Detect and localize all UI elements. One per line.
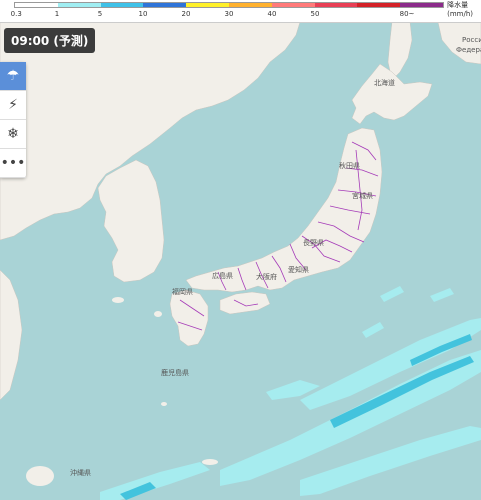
label-nagano: 長野県 xyxy=(303,239,324,247)
legend-swatch xyxy=(400,3,443,7)
legend-swatch xyxy=(57,3,101,7)
legend-swatch xyxy=(15,3,58,7)
more-icon[interactable]: ••• xyxy=(0,149,26,178)
label-osaka: 大阪府 xyxy=(256,273,277,281)
label-russia-2: Федерация xyxy=(456,46,481,54)
legend-tick-label: 20 xyxy=(181,10,191,18)
legend-tick-label: 5 xyxy=(97,10,103,18)
island xyxy=(202,459,218,465)
rain-cloud-icon[interactable]: ☂ xyxy=(0,62,26,91)
taiwan xyxy=(26,466,54,486)
legend-tick-label: 0.3 xyxy=(10,10,22,18)
forecast-time-label: 09:00 (予測) xyxy=(4,28,96,53)
legend-swatch xyxy=(271,3,315,7)
precipitation-map[interactable] xyxy=(0,22,481,500)
lightning-icon[interactable]: ⚡ xyxy=(0,91,26,120)
legend-swatch xyxy=(143,3,187,7)
legend-unit-text: (mm/h) xyxy=(447,10,473,18)
legend-tick-label: 40 xyxy=(267,10,277,18)
snowflake-icon[interactable]: ❄ xyxy=(0,120,26,149)
legend-tick-label: 50 xyxy=(310,10,320,18)
legend-swatch xyxy=(357,3,401,7)
label-akita: 秋田県 xyxy=(339,162,360,170)
legend-swatch xyxy=(314,3,358,7)
legend-swatch xyxy=(100,3,144,7)
legend-tick-label: 1 xyxy=(54,10,60,18)
legend-color-bar xyxy=(14,2,444,8)
label-fukuoka: 福岡県 xyxy=(172,288,193,296)
island xyxy=(112,297,124,303)
layer-toolbar: ☂ ⚡ ❄ ••• xyxy=(0,62,26,178)
legend-swatch xyxy=(186,3,229,7)
island xyxy=(161,402,167,406)
label-kagoshima: 鹿児島県 xyxy=(161,369,189,377)
precipitation-legend: 0.3 1 5 10 20 30 40 50 80~ 降水量 (mm/h) xyxy=(0,0,481,23)
legend-tick-label: 10 xyxy=(138,10,148,18)
label-miyagi: 宮城県 xyxy=(352,192,373,200)
label-russia-1: Россия xyxy=(462,36,481,44)
legend-swatch xyxy=(228,3,272,7)
legend-title: 降水量 xyxy=(447,1,469,9)
label-hiroshima: 広島県 xyxy=(212,272,233,280)
island xyxy=(154,311,162,317)
label-okinawa: 沖縄県 xyxy=(70,469,91,477)
label-aichi: 愛知県 xyxy=(288,266,309,274)
label-hokkaido: 北海道 xyxy=(374,79,395,87)
legend-tick-label: 80~ xyxy=(399,10,415,18)
legend-unit: 降水量 (mm/h) xyxy=(447,1,473,19)
legend-tick-label: 30 xyxy=(224,10,234,18)
